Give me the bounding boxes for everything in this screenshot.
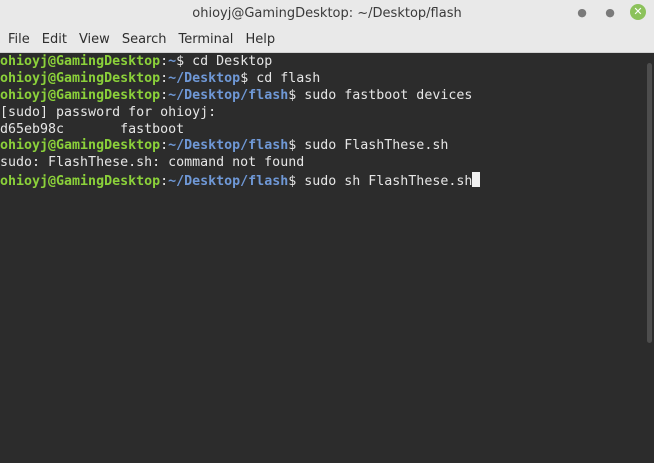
menu-help[interactable]: Help xyxy=(239,32,281,47)
prompt-path: ~/Desktop/flash xyxy=(168,87,289,103)
prompt-path: ~/Desktop/flash xyxy=(168,174,289,190)
prompt-user: ohioyj@GamingDesktop xyxy=(0,54,161,69)
prompt-path: ~/Desktop xyxy=(168,70,241,86)
terminal-line: ohioyj@GamingDesktop:~/Desktop/flash$ su… xyxy=(0,138,644,155)
terminal-line: d65eb98c fastboot xyxy=(0,122,644,139)
terminal-output[interactable]: ohioyj@GamingDesktop:~$ cd Desktop ohioyj… xyxy=(0,53,644,463)
terminal-line: ohioyj@GamingDesktop:~/Desktop$ cd flash xyxy=(0,71,644,88)
scrollbar-thumb[interactable] xyxy=(647,63,652,343)
prompt-symbol: $ xyxy=(288,174,305,190)
terminal-line: sudo: FlashThese.sh: command not found xyxy=(0,155,644,172)
terminal-line: ohioyj@GamingDesktop:~/Desktop/flash$ su… xyxy=(0,88,644,105)
output-text: d65eb98c fastboot xyxy=(0,121,185,137)
menu-search[interactable]: Search xyxy=(116,32,173,47)
prompt-user: ohioyj@GamingDesktop xyxy=(0,87,161,103)
prompt-user: ohioyj@GamingDesktop xyxy=(0,174,161,190)
prompt-symbol: $ xyxy=(176,54,193,69)
command-text: sudo FlashThese.sh xyxy=(304,138,449,154)
terminal-line: ohioyj@GamingDesktop:~/Desktop/flash$ su… xyxy=(0,172,644,189)
output-text: [sudo] password for ohioyj: xyxy=(0,104,217,120)
text-cursor xyxy=(472,172,481,188)
prompt-symbol: $ xyxy=(288,87,305,103)
prompt-path: ~/Desktop/flash xyxy=(168,138,289,154)
window-controls: ● ● ✕ xyxy=(574,4,646,20)
title-bar[interactable]: ohioyj@GamingDesktop: ~/Desktop/flash ● … xyxy=(0,0,654,26)
prompt-separator: : xyxy=(160,87,169,103)
command-text: cd flash xyxy=(256,70,321,86)
prompt-separator: : xyxy=(160,54,169,69)
prompt-user: ohioyj@GamingDesktop xyxy=(0,70,161,86)
menu-view[interactable]: View xyxy=(73,32,116,47)
prompt-symbol: $ xyxy=(240,70,257,86)
prompt-separator: : xyxy=(160,138,169,154)
maximize-icon[interactable]: ● xyxy=(602,4,618,20)
terminal-line: [sudo] password for ohioyj: xyxy=(0,105,644,122)
prompt-symbol: $ xyxy=(288,138,305,154)
prompt-path: ~ xyxy=(168,54,177,69)
menu-bar: File Edit View Search Terminal Help xyxy=(0,26,654,53)
prompt-separator: : xyxy=(160,174,169,190)
menu-terminal[interactable]: Terminal xyxy=(172,32,239,47)
menu-file[interactable]: File xyxy=(2,32,36,47)
scrollbar[interactable] xyxy=(644,53,654,463)
close-icon[interactable]: ✕ xyxy=(630,4,646,20)
window-title: ohioyj@GamingDesktop: ~/Desktop/flash xyxy=(192,5,462,21)
command-text: cd Desktop xyxy=(192,54,273,69)
command-text: sudo fastboot devices xyxy=(304,87,473,103)
minimize-icon[interactable]: ● xyxy=(574,4,590,20)
terminal-line: ohioyj@GamingDesktop:~$ cd Desktop xyxy=(0,54,644,71)
prompt-separator: : xyxy=(160,70,169,86)
menu-edit[interactable]: Edit xyxy=(36,32,73,47)
command-text: sudo sh FlashThese.sh xyxy=(304,174,473,190)
output-text: sudo: FlashThese.sh: command not found xyxy=(0,155,305,171)
prompt-user: ohioyj@GamingDesktop xyxy=(0,138,161,154)
terminal-window: ohioyj@GamingDesktop: ~/Desktop/flash ● … xyxy=(0,0,654,463)
